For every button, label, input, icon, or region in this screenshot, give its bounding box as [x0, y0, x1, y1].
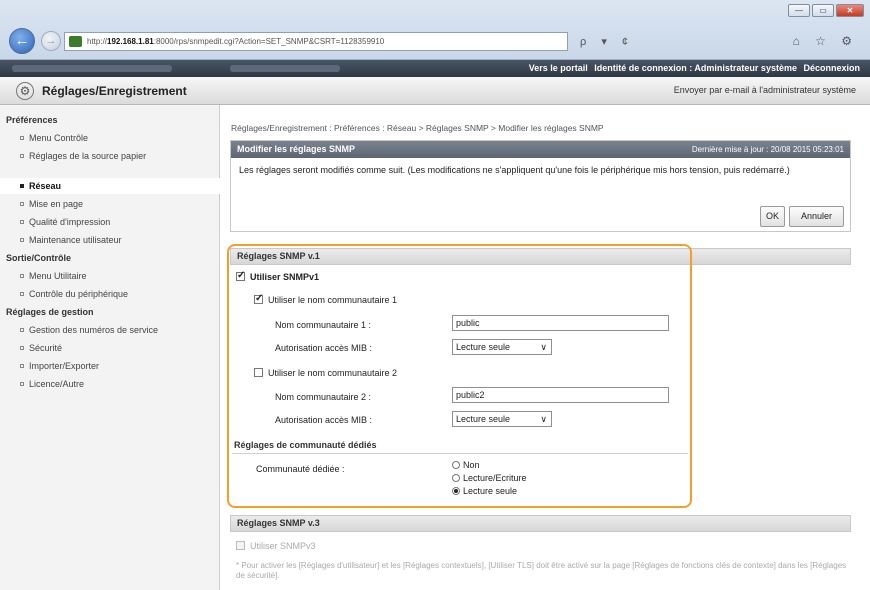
community1-label: Utiliser le nom communautaire 1	[268, 295, 398, 305]
name2-label: Nom communautaire 2 :	[275, 392, 372, 402]
close-button[interactable]: ✕	[836, 4, 864, 17]
edit-panel-title: Modifier les réglages SNMP	[237, 144, 356, 154]
radio-lecture-seule-button[interactable]	[452, 487, 460, 495]
dedicated-community-header: Réglages de communauté dédiés	[232, 440, 688, 454]
top-links: Vers le portail Identité de connexion : …	[525, 60, 860, 77]
mib2-label: Autorisation accès MIB :	[275, 415, 373, 425]
use-snmpv1-checkbox[interactable]	[236, 270, 245, 281]
maximize-button[interactable]: ▭	[812, 4, 834, 17]
bullet-icon	[20, 154, 24, 158]
cancel-button[interactable]: Annuler	[789, 206, 844, 227]
name1-label: Nom communautaire 1 :	[275, 320, 372, 330]
sidebar-item-menu-controle[interactable]: Menu Contrôle	[20, 133, 88, 143]
top-band: Vers le portail Identité de connexion : …	[0, 60, 870, 77]
sidebar-item-reseau[interactable]: Réseau	[20, 181, 61, 191]
bullet-icon	[20, 274, 24, 278]
url-rest: :8000/rps/snmpedit.cgi?Action=SET_SNMP&C…	[153, 37, 385, 46]
url-prefix: http://	[87, 37, 108, 46]
back-button[interactable]: ←	[9, 28, 35, 54]
chevron-down-icon: ∨	[540, 342, 547, 352]
community2-row[interactable]: Utiliser le nom communautaire 2	[254, 368, 397, 378]
snmpv3-note: * Pour activer les [Réglages d'utilisate…	[236, 561, 847, 580]
url-host: 192.168.1.81	[107, 37, 154, 46]
chevron-down-icon: ∨	[540, 414, 547, 424]
radio-lecture-seule[interactable]: Lecture seule	[452, 486, 517, 496]
sidebar-item-qualite[interactable]: Qualité d'impression	[20, 217, 110, 227]
page-header: ⚙ Réglages/Enregistrement Envoyer par e-…	[0, 77, 870, 105]
bullet-icon	[20, 364, 24, 368]
settings-gear-icon: ⚙	[16, 82, 34, 100]
breadcrumb: Réglages/Enregistrement : Préférences : …	[231, 123, 604, 133]
site-icon	[69, 36, 82, 47]
radio-lecture-ecriture-button[interactable]	[452, 474, 460, 482]
login-id: Identité de connexion : Administrateur s…	[594, 63, 797, 73]
bullet-icon	[20, 202, 24, 206]
sidebar-section-preferences: Préférences	[6, 115, 58, 125]
sidebar-item-source-papier[interactable]: Réglages de la source papier	[20, 151, 146, 161]
bullet-icon	[20, 328, 24, 332]
minimize-button[interactable]: —	[788, 4, 810, 17]
community2-checkbox[interactable]	[254, 368, 263, 377]
forward-button[interactable]: →	[41, 31, 61, 51]
use-snmpv3-row[interactable]: Utiliser SNMPv3	[236, 541, 316, 551]
dedicated-community-label: Communauté dédiée :	[256, 464, 345, 474]
mib2-select[interactable]: Lecture seule ∨	[452, 411, 552, 427]
sidebar: Préférences Menu Contrôle Réglages de la…	[0, 105, 220, 590]
bullet-icon	[20, 292, 24, 296]
bullet-icon	[20, 136, 24, 140]
community-name1-input[interactable]: public	[452, 315, 669, 331]
device-info-blurred	[230, 65, 340, 72]
radio-lecture-ecriture[interactable]: Lecture/Ecriture	[452, 473, 527, 483]
mib1-value: Lecture seule	[456, 342, 511, 352]
community1-row[interactable]: Utiliser le nom communautaire 1	[254, 293, 398, 305]
sidebar-section-gestion: Réglages de gestion	[6, 307, 94, 317]
use-snmpv3-checkbox[interactable]	[236, 541, 245, 550]
bullet-icon	[20, 346, 24, 350]
use-snmpv3-label: Utiliser SNMPv3	[250, 541, 316, 551]
sidebar-section-sortie: Sortie/Contrôle	[6, 253, 72, 263]
snmpv3-section-header: Réglages SNMP v.3	[230, 515, 851, 532]
browser-chrome: — ▭ ✕ ← → http://192.168.1.81:8000/rps/s…	[0, 0, 870, 60]
community1-checkbox[interactable]	[254, 293, 263, 304]
community-name2-input[interactable]: public2	[452, 387, 669, 403]
edit-panel-header: Modifier les réglages SNMP Dernière mise…	[231, 141, 850, 158]
sidebar-item-importer-exporter[interactable]: Importer/Exporter	[20, 361, 99, 371]
sidebar-item-mise-en-page[interactable]: Mise en page	[20, 199, 83, 209]
mib1-select[interactable]: Lecture seule ∨	[452, 339, 552, 355]
window-controls: — ▭ ✕	[788, 4, 864, 17]
mib1-label: Autorisation accès MIB :	[275, 343, 373, 353]
community2-label: Utiliser le nom communautaire 2	[268, 368, 398, 378]
bullet-icon	[20, 220, 24, 224]
sidebar-item-menu-utilitaire[interactable]: Menu Utilitaire	[20, 271, 87, 281]
sidebar-item-licence[interactable]: Licence/Autre	[20, 379, 84, 389]
address-bar[interactable]: http://192.168.1.81:8000/rps/snmpedit.cg…	[64, 32, 568, 51]
search-refresh-icons[interactable]: ρ ▾ ¢	[580, 35, 634, 48]
home-favorites-settings-icons[interactable]: ⌂ ☆ ⚙	[793, 34, 858, 48]
edit-panel: Modifier les réglages SNMP Dernière mise…	[230, 140, 851, 232]
bullet-icon	[20, 238, 24, 242]
portal-link[interactable]: Vers le portail	[529, 63, 588, 73]
email-admin-link[interactable]: Envoyer par e-mail à l'administrateur sy…	[674, 85, 856, 95]
logout-link[interactable]: Déconnexion	[803, 63, 860, 73]
page-title: Réglages/Enregistrement	[42, 84, 187, 98]
sidebar-item-controle-peripherique[interactable]: Contrôle du périphérique	[20, 289, 128, 299]
radio-non[interactable]: Non	[452, 460, 480, 470]
sidebar-item-numeros-service[interactable]: Gestion des numéros de service	[20, 325, 158, 335]
bullet-icon	[20, 184, 24, 188]
device-name-blurred	[12, 65, 172, 72]
sidebar-item-securite[interactable]: Sécurité	[20, 343, 62, 353]
edit-message: Les réglages seront modifiés comme suit.…	[239, 165, 790, 175]
last-update: Dernière mise à jour : 20/08 2015 05:23:…	[691, 145, 844, 154]
bullet-icon	[20, 382, 24, 386]
use-snmpv1-row[interactable]: Utiliser SNMPv1	[236, 270, 320, 282]
use-snmpv1-label: Utiliser SNMPv1	[250, 272, 320, 282]
radio-non-button[interactable]	[452, 461, 460, 469]
mib2-value: Lecture seule	[456, 414, 511, 424]
sidebar-item-maintenance[interactable]: Maintenance utilisateur	[20, 235, 122, 245]
ok-button[interactable]: OK	[760, 206, 785, 227]
